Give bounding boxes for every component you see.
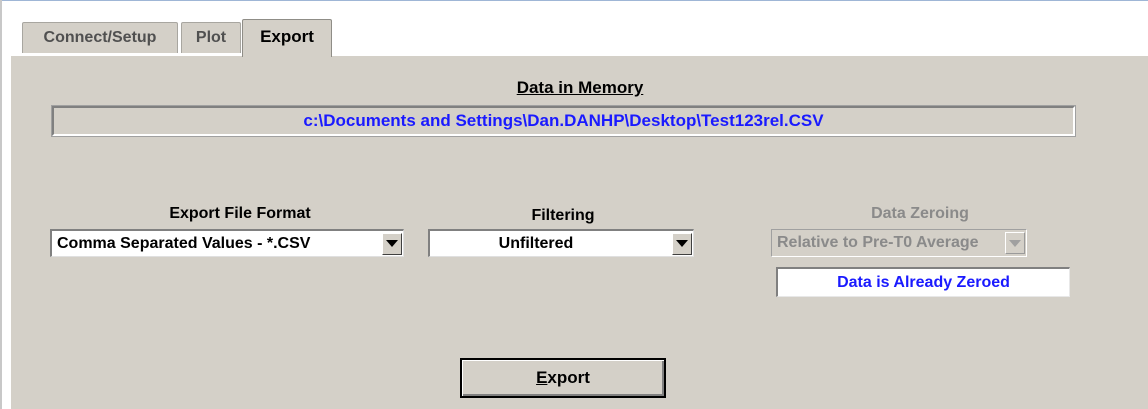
export-button-mnemonic: E xyxy=(536,368,548,387)
tab-export[interactable]: Export xyxy=(242,19,332,57)
chevron-down-icon[interactable] xyxy=(382,232,402,255)
tab-connect-setup[interactable]: Connect/Setup xyxy=(22,22,178,53)
export-format-dropdown[interactable]: Comma Separated Values - *.CSV xyxy=(50,229,404,257)
export-format-value: Comma Separated Values - *.CSV xyxy=(57,234,311,252)
data-file-path-display: c:\Documents and Settings\Dan.DANHP\Desk… xyxy=(51,105,1076,137)
export-button-label: xport xyxy=(547,368,590,387)
chevron-down-icon[interactable] xyxy=(672,232,692,255)
window-left-border xyxy=(0,0,2,409)
export-button[interactable]: Export xyxy=(460,358,666,398)
filtering-dropdown[interactable]: Unfiltered xyxy=(428,229,694,257)
tab-plot[interactable]: Plot xyxy=(181,22,241,53)
filtering-value: Unfiltered xyxy=(498,234,574,252)
window-top-border xyxy=(0,0,1148,1)
data-in-memory-title: Data in Memory xyxy=(516,78,644,97)
data-file-path: c:\Documents and Settings\Dan.DANHP\Desk… xyxy=(303,111,824,130)
